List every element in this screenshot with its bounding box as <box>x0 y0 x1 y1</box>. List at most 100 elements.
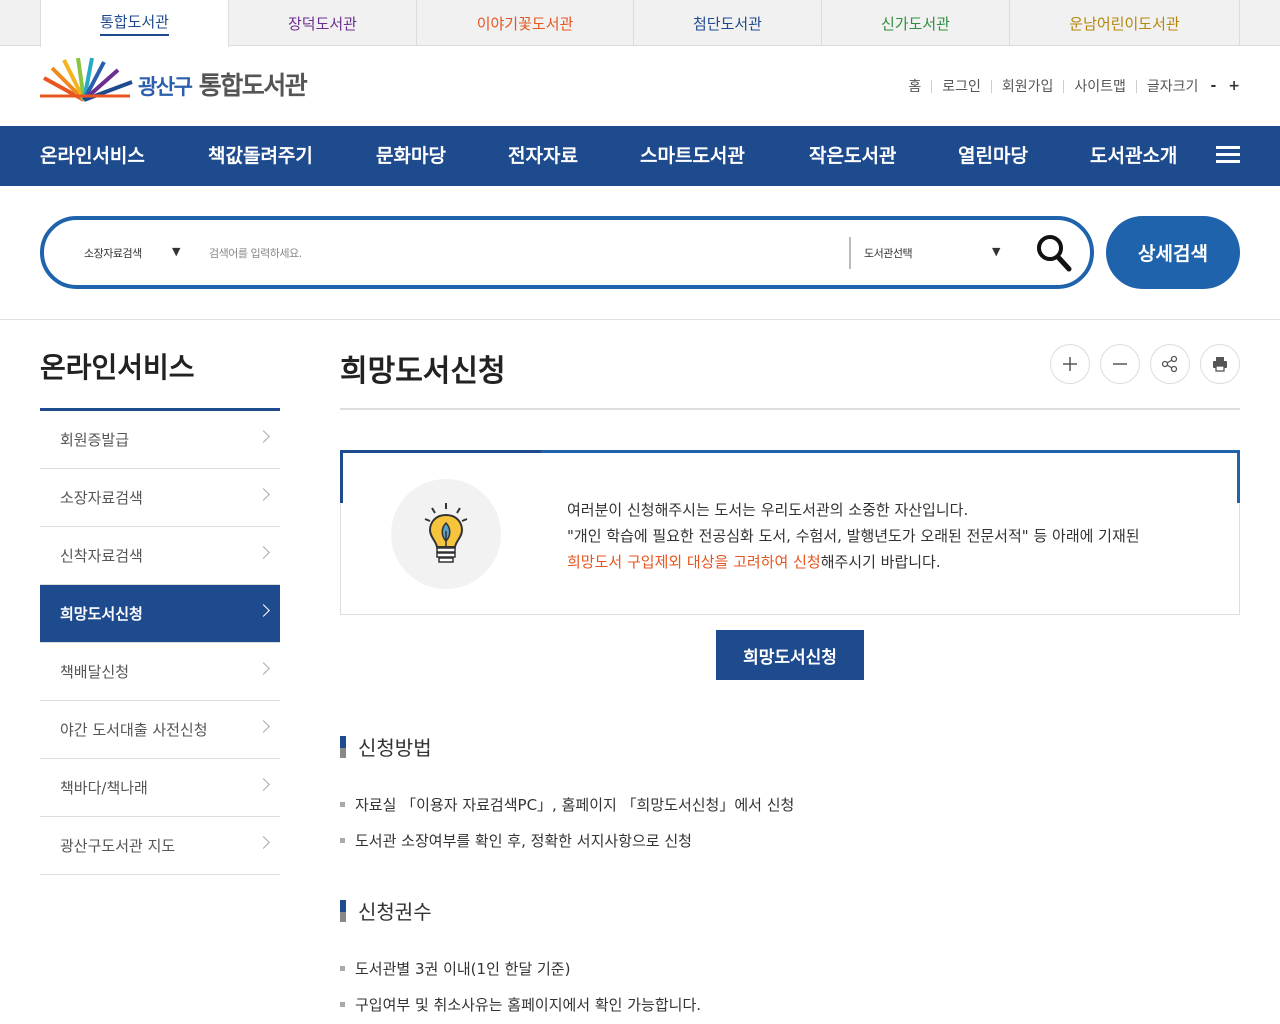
home-link[interactable]: 홈 <box>908 76 921 96</box>
tab-singa[interactable]: 신가도서관 <box>822 0 1010 46</box>
search-type-select[interactable]: 소장자료검색 <box>84 245 142 261</box>
advanced-search-button[interactable]: 상세검색 <box>1106 216 1240 289</box>
wish-book-apply-button[interactable]: 희망도서신청 <box>716 630 864 680</box>
hamburger-menu-icon[interactable] <box>1216 146 1240 164</box>
sitemap-link[interactable]: 사이트맵 <box>1074 76 1126 96</box>
gnb-book-refund[interactable]: 책값돌려주기 <box>208 126 313 186</box>
section-title-text: 신청방법 <box>358 736 432 760</box>
list-item-text: 도서관별 3권 이내(1인 한달 기준) <box>355 960 571 978</box>
gnb-smart-library[interactable]: 스마트도서관 <box>640 126 745 186</box>
join-link[interactable]: 회원가입 <box>1002 76 1054 96</box>
list-item-text: 도서관 소장여부를 확인 후, 정확한 서지사항으로 신청 <box>355 832 692 850</box>
lnb-item-label: 소장자료검색 <box>60 489 143 507</box>
lnb-item-label: 책바다/책나래 <box>60 779 148 797</box>
tab-tonghap[interactable]: 통합도서관 <box>40 0 229 47</box>
print-button[interactable] <box>1200 344 1240 384</box>
lightbulb-icon-circle <box>391 479 501 589</box>
chevron-right-icon <box>257 430 270 443</box>
gnb-e-resources[interactable]: 전자자료 <box>508 126 578 186</box>
tab-label: 통합도서관 <box>99 11 169 36</box>
library-tabs: 통합도서관 장덕도서관 이야기꽃도서관 첨단도서관 신가도서관 운남어린이도서관 <box>0 0 1280 47</box>
lnb-item-label: 책배달신청 <box>60 663 130 681</box>
lnb-item-library-map[interactable]: 광산구도서관 지도 <box>40 817 280 875</box>
tab-iyagikkot[interactable]: 이야기꽃도서관 <box>417 0 634 46</box>
zoom-in-button[interactable] <box>1050 344 1090 384</box>
lnb-item-label: 회원증발급 <box>60 431 130 449</box>
print-icon <box>1213 357 1227 372</box>
lnb-title: 온라인서비스 <box>40 351 195 384</box>
info-box: 여러분이 신청해주시는 도서는 우리도서관의 소중한 자산입니다. "개인 학습… <box>340 450 1240 615</box>
chevron-right-icon <box>257 662 270 675</box>
gnb-small-library[interactable]: 작은도서관 <box>809 126 896 186</box>
lnb-item-membership-card[interactable]: 회원증발급 <box>40 411 280 469</box>
info-highlight: 희망도서 구입제외 대상을 고려하여 신청 <box>567 553 821 571</box>
font-size-increase-button[interactable]: + <box>1228 78 1240 94</box>
lnb-item-label: 야간 도서대출 사전신청 <box>60 721 208 739</box>
gnb-culture[interactable]: 문화마당 <box>376 126 446 186</box>
tab-label: 장덕도서관 <box>287 14 357 33</box>
lnb-item-night-loan[interactable]: 야간 도서대출 사전신청 <box>40 701 280 759</box>
tab-label: 이야기꽃도서관 <box>476 14 574 33</box>
lnb-item-label: 신착자료검색 <box>60 547 143 565</box>
lnb-item-wish-book[interactable]: 희망도서신청 <box>40 585 280 643</box>
search-area: 소장자료검색 ▼ 검색어를 입력하세요. 도서관선택 ▼ 상세검색 <box>0 186 1280 320</box>
chevron-right-icon <box>257 778 270 791</box>
list-item: 구입여부 및 취소사유는 홈페이지에서 확인 가능합니다. <box>340 994 701 1015</box>
main-navigation: 온라인서비스 책값돌려주기 문화마당 전자자료 스마트도서관 작은도서관 열린마… <box>0 126 1280 186</box>
lnb-item-label: 희망도서신청 <box>60 605 143 623</box>
section-title-quantity: 신청권수 <box>340 896 432 925</box>
lnb-item-new-arrivals[interactable]: 신착자료검색 <box>40 527 280 585</box>
list-item: 도서관 소장여부를 확인 후, 정확한 서지사항으로 신청 <box>340 830 692 851</box>
bullet-icon <box>340 802 345 807</box>
font-size-decrease-button[interactable]: - <box>1210 78 1216 94</box>
info-text: 여러분이 신청해주시는 도서는 우리도서관의 소중한 자산입니다. "개인 학습… <box>567 497 1140 575</box>
logo-part2: 통합도서관 <box>198 71 308 100</box>
bullet-icon <box>340 838 345 843</box>
list-item-text: 구입여부 및 취소사유는 홈페이지에서 확인 가능합니다. <box>355 996 702 1014</box>
gnb-library-intro[interactable]: 도서관소개 <box>1090 126 1177 186</box>
plus-icon <box>1063 357 1077 371</box>
search-input[interactable]: 검색어를 입력하세요. <box>209 245 302 261</box>
gnb-open-forum[interactable]: 열린마당 <box>958 126 1028 186</box>
logo-part1: 광산구 <box>138 75 193 99</box>
lightbulb-icon <box>424 503 468 563</box>
search-icon[interactable] <box>1036 234 1072 272</box>
tab-unnam-children[interactable]: 운남어린이도서관 <box>1010 0 1240 46</box>
tab-label: 운남어린이도서관 <box>1069 14 1180 33</box>
search-type-dropdown-icon[interactable]: ▼ <box>172 245 180 258</box>
chevron-right-icon <box>257 720 270 733</box>
tab-label: 첨단도서관 <box>692 14 762 33</box>
site-logo[interactable]: 광산구 통합도서관 <box>40 56 330 106</box>
tab-label: 신가도서관 <box>880 14 950 33</box>
util-separator <box>990 79 992 93</box>
info-border-right <box>1237 451 1240 503</box>
lnb-item-label: 광산구도서관 지도 <box>60 837 176 855</box>
login-link[interactable]: 로그인 <box>942 76 981 96</box>
chevron-right-icon <box>257 836 270 849</box>
section-bar <box>340 899 346 922</box>
info-line-rest: 해주시기 바랍니다. <box>820 553 941 571</box>
info-border-left <box>340 451 343 503</box>
section-title-method: 신청방법 <box>340 732 432 761</box>
lnb-item-book-delivery[interactable]: 책배달신청 <box>40 643 280 701</box>
list-item-text: 자료실 「이용자 자료검색PC」, 홈페이지 「희망도서신청」에서 신청 <box>355 796 795 814</box>
tab-cheomdan[interactable]: 첨단도서관 <box>634 0 822 46</box>
section-bar <box>340 735 346 758</box>
chevron-right-icon <box>257 604 270 617</box>
share-button[interactable] <box>1150 344 1190 384</box>
library-select[interactable]: 도서관선택 <box>864 245 913 261</box>
util-separator <box>1135 79 1137 93</box>
library-dropdown-icon[interactable]: ▼ <box>992 245 1000 258</box>
zoom-out-button[interactable] <box>1100 344 1140 384</box>
logo-rays-icon <box>40 57 133 102</box>
section-title-text: 신청권수 <box>358 900 432 924</box>
font-size-label: 글자크기 <box>1146 79 1199 95</box>
lnb-item-collection-search[interactable]: 소장자료검색 <box>40 469 280 527</box>
gnb-online-service[interactable]: 온라인서비스 <box>40 126 145 186</box>
bullet-icon <box>340 1002 345 1007</box>
lnb-item-chaekbada[interactable]: 책바다/책나래 <box>40 759 280 817</box>
minus-icon <box>1113 363 1127 365</box>
tab-jangdeok[interactable]: 장덕도서관 <box>229 0 417 46</box>
bullet-icon <box>340 966 345 971</box>
info-line: "개인 학습에 필요한 전공심화 도서, 수험서, 발행년도가 오래된 전문서적… <box>567 527 1140 545</box>
